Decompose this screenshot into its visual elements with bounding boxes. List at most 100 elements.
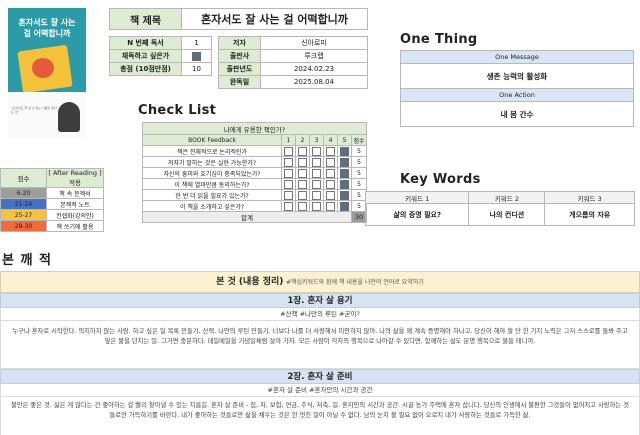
rating-2-checkbox[interactable] — [298, 179, 307, 189]
rating-3-checkbox[interactable] — [312, 168, 321, 178]
checklist-question: 책은 전체적으로 논리적인가 — [142, 145, 282, 157]
legend-after-header: [ After Reading ] 적용 — [46, 168, 104, 188]
checklist-question: 자신의 흥미와 호기심이 충족되었는가? — [142, 167, 282, 179]
one-action-value[interactable]: 내 몸 간수 — [400, 101, 634, 127]
checklist-score: 5 — [351, 156, 367, 168]
reading-count-label: N 번째 독서 — [109, 36, 182, 50]
rating-1-checkbox[interactable] — [284, 146, 293, 156]
rating-5-checkbox[interactable] — [340, 157, 349, 167]
rating-cell — [337, 200, 352, 212]
pub-year-value[interactable]: 2024.02.23 — [260, 62, 368, 76]
rating-cell — [323, 145, 338, 157]
rating-4-checkbox[interactable] — [326, 157, 335, 167]
rating-2-checkbox[interactable] — [298, 146, 307, 156]
rating-cell — [309, 145, 324, 157]
rating-cell — [281, 145, 296, 157]
chapter-2-body[interactable]: 불안은 좋은 것. 싫은 게 많다는 건 좋아하는 걸 빨리 찾아낼 수 있는 … — [0, 396, 640, 435]
cover-blurb: "혼자서도 잘 살 수 있는 사람이 된다는 것" — [11, 106, 57, 114]
book-info-table: 저자 신아로미 출판사 루크랩 출판년도 2024.02.23 완독일 2025… — [218, 36, 368, 89]
keyword-2-value[interactable]: 나의 컨디션 — [468, 203, 546, 226]
publisher-value[interactable]: 루크랩 — [260, 49, 368, 63]
reread-label: 재독하고 싶은가 — [109, 49, 182, 63]
rating-3-checkbox[interactable] — [312, 201, 321, 211]
one-message-value[interactable]: 생존 능력의 활성화 — [400, 63, 634, 89]
checklist-row: 이 책에 열마만큼 동의하는가? 5 — [142, 178, 367, 190]
checklist-question: 이 책에 열마만큼 동의하는가? — [142, 178, 282, 190]
rating-cell — [295, 189, 310, 201]
key-words-heading: Key Words — [400, 172, 481, 187]
rating-cell — [309, 200, 324, 212]
rating-1-checkbox[interactable] — [284, 190, 293, 200]
legend-row: 25-27 컨셉화(강의안) — [0, 209, 104, 221]
chapter-1-title: 1장. 혼자 살 용기 — [0, 293, 640, 308]
rating-cell — [281, 178, 296, 190]
col-4: 4 — [323, 134, 338, 146]
legend-label: 본젝적 노트 — [46, 198, 104, 210]
rating-4-checkbox[interactable] — [326, 201, 335, 211]
rating-cell — [295, 156, 310, 168]
rating-cell — [323, 189, 338, 201]
legend-row: 28-30 책 쓰기에 활용 — [0, 220, 104, 232]
author-label: 저자 — [218, 36, 261, 50]
rating-2-checkbox[interactable] — [298, 201, 307, 211]
reading-count-value[interactable]: 1 — [181, 36, 212, 50]
rating-4-checkbox[interactable] — [326, 179, 335, 189]
book-title[interactable]: 혼자서도 잘 사는 걸 어떡합니까 — [181, 8, 368, 30]
rating-3-checkbox[interactable] — [312, 179, 321, 189]
keyword-1-label: 키워드 1 — [364, 191, 470, 204]
checklist-caption: 나에게 유용한 책인가? — [142, 122, 367, 135]
legend-label: 컨셉화(강의안) — [46, 209, 104, 221]
rating-3-checkbox[interactable] — [312, 157, 321, 167]
rating-cell — [281, 156, 296, 168]
keywords-table: 키워드 1 키워드 2 키워드 3 삶의 증명 필요? 나의 컨디션 게으름의 … — [364, 191, 635, 226]
book-cover: 혼자서도 잘 사는 걸 어떡합니까 "혼자서도 잘 살 수 있는 사람이 된다는… — [8, 8, 86, 138]
score-col: 점수 — [351, 134, 367, 146]
rating-5-checkbox[interactable] — [340, 179, 349, 189]
rating-4-checkbox[interactable] — [326, 146, 335, 156]
keyword-3-value[interactable]: 게으름의 자유 — [544, 203, 635, 226]
rating-5-checkbox[interactable] — [340, 168, 349, 178]
rating-2-checkbox[interactable] — [298, 168, 307, 178]
book-title-table: 책 제목 혼자서도 잘 사는 걸 어떡합니까 — [109, 8, 368, 30]
rating-cell — [309, 156, 324, 168]
finish-date-value[interactable]: 2025.08.04 — [260, 75, 368, 89]
cover-illustration-accent — [32, 58, 54, 78]
rating-2-checkbox[interactable] — [298, 190, 307, 200]
reread-checkbox[interactable] — [192, 51, 201, 61]
check-list-heading: Check List — [138, 103, 217, 118]
chapter-1-body[interactable]: 누구나 혼자로 시작한다. 의지하지 않는 사람. 하고 싶은 일 목록 만들기… — [0, 320, 640, 369]
rating-4-checkbox[interactable] — [326, 168, 335, 178]
rating-cell — [337, 178, 352, 190]
checklist-score: 5 — [351, 167, 367, 179]
total-score-value[interactable]: 10 — [181, 62, 212, 76]
rating-3-checkbox[interactable] — [312, 146, 321, 156]
checklist-question: 저자가 말하는 것은 실현 가능한가? — [142, 156, 282, 168]
rating-5-checkbox[interactable] — [340, 190, 349, 200]
rating-cell — [309, 178, 324, 190]
rating-4-checkbox[interactable] — [326, 190, 335, 200]
total-score-label: 총점 (10점만점) — [109, 62, 182, 76]
col-5: 5 — [337, 134, 352, 146]
rating-1-checkbox[interactable] — [284, 157, 293, 167]
cover-title: 혼자서도 잘 사는 걸 어떡합니까 — [18, 18, 76, 38]
author-value[interactable]: 신아로미 — [260, 36, 368, 50]
checklist-table: 나에게 유용한 책인가? BOOK Feedback 1 2 3 4 5 점수 … — [142, 122, 367, 223]
rating-1-checkbox[interactable] — [284, 168, 293, 178]
keyword-1-value[interactable]: 삶의 증명 필요? — [364, 203, 470, 226]
rating-cell — [281, 167, 296, 179]
legend-label: 책 쓰기에 활용 — [46, 220, 104, 232]
legend-score-header: 점수 — [0, 168, 47, 188]
col-2: 2 — [295, 134, 310, 146]
title-label: 책 제목 — [109, 8, 182, 30]
finish-date-label: 완독일 — [218, 75, 261, 89]
rating-5-checkbox[interactable] — [340, 201, 349, 211]
rating-5-checkbox[interactable] — [340, 146, 349, 156]
checklist-total-label: 합계 — [142, 211, 352, 223]
rating-1-checkbox[interactable] — [284, 179, 293, 189]
rating-3-checkbox[interactable] — [312, 190, 321, 200]
one-thing-heading: One Thing — [400, 32, 478, 47]
rating-2-checkbox[interactable] — [298, 157, 307, 167]
rating-1-checkbox[interactable] — [284, 201, 293, 211]
notes-heading: 본 깨 적 — [2, 253, 52, 268]
rating-cell — [295, 200, 310, 212]
